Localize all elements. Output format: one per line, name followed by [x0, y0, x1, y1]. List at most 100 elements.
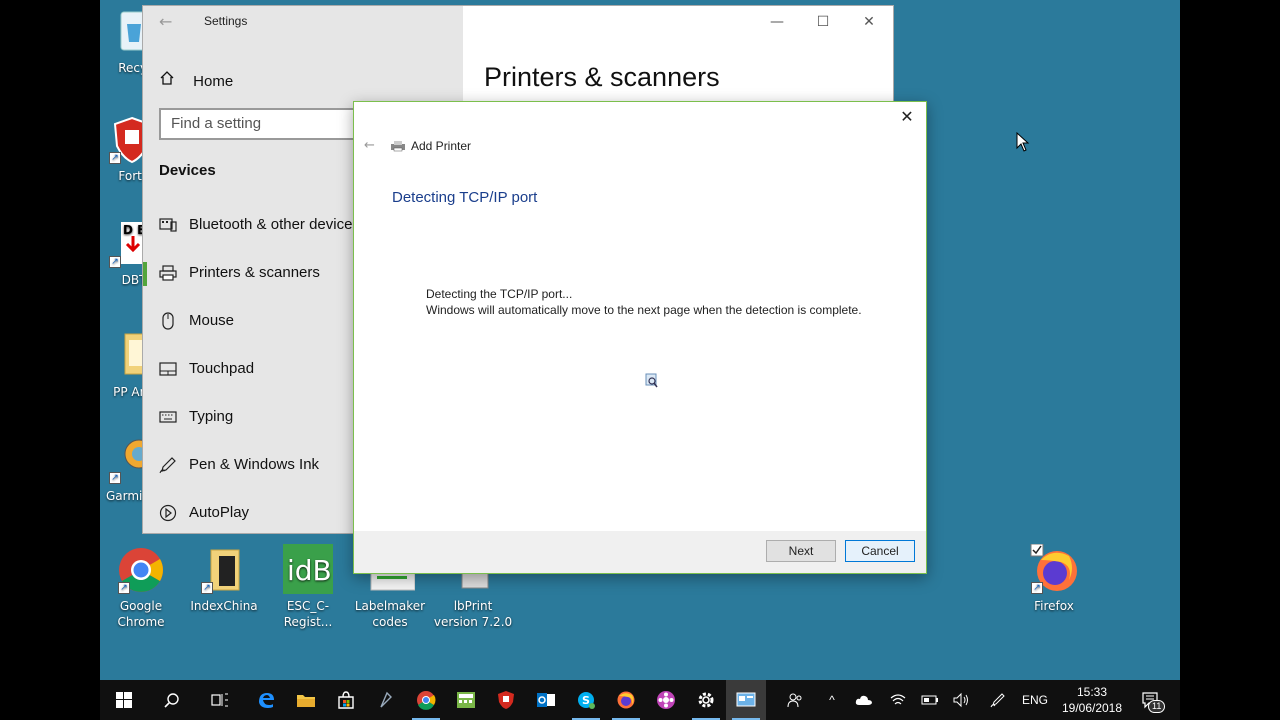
chrome-icon: [417, 691, 436, 710]
shield-icon: [498, 691, 514, 709]
outlook-icon: [537, 693, 555, 707]
search-icon: [164, 693, 179, 708]
search-button[interactable]: [152, 680, 192, 720]
taskbar-app-flower[interactable]: [646, 680, 686, 720]
desktop-icon-label: ESC_C-Regist...: [283, 599, 333, 629]
nav-item-label: Typing: [189, 408, 234, 425]
dialog-message: Detecting the TCP/IP port... Windows wil…: [426, 286, 862, 318]
taskbar-store[interactable]: [326, 680, 366, 720]
battery-button[interactable]: [918, 680, 942, 720]
dialog-back-arrow-icon[interactable]: ←: [364, 138, 375, 153]
close-button[interactable]: ✕: [846, 10, 892, 36]
skype-icon: S: [578, 692, 595, 709]
next-button[interactable]: Next: [766, 540, 836, 562]
people-icon: [787, 693, 802, 708]
taskbar-outlook[interactable]: [526, 680, 566, 720]
desktop-icon-label: Firefox: [1034, 599, 1074, 613]
firefox-icon: [617, 691, 635, 709]
desktop-icon-esc-c-register[interactable]: idB ESC_C-Regist...: [268, 544, 348, 630]
taskbar-app-quill[interactable]: [366, 680, 406, 720]
chevron-up-icon: ^: [829, 693, 835, 707]
bluetooth-devices-icon: [159, 216, 177, 234]
task-view-button[interactable]: [200, 680, 240, 720]
shortcut-arrow-icon: ↗: [109, 256, 121, 268]
clock-time: 15:33: [1076, 685, 1108, 699]
speaker-icon: [953, 692, 968, 708]
home-icon: [159, 70, 179, 90]
control-panel-icon: [736, 692, 756, 707]
pen-icon: [159, 456, 177, 474]
people-button[interactable]: [780, 680, 810, 720]
desktop-icon-label: lbPrint version 7.2.0: [433, 599, 513, 629]
wifi-icon: [890, 694, 906, 705]
shortcut-arrow-icon: ↗: [109, 472, 121, 484]
cancel-button[interactable]: Cancel: [845, 540, 915, 562]
taskbar-skype[interactable]: S: [566, 680, 606, 720]
taskbar-clock[interactable]: 15:33 19/06/2018: [1056, 684, 1128, 716]
desktop-icon-indexchina[interactable]: ↗ IndexChina: [184, 544, 264, 614]
action-center-button[interactable]: 11: [1134, 680, 1168, 720]
settings-search-input[interactable]: Find a setting: [159, 108, 379, 140]
touchpad-icon: [159, 360, 177, 378]
searching-magnifier-icon: [645, 373, 658, 388]
flower-app-icon: [657, 691, 675, 709]
dialog-message-line1: Detecting the TCP/IP port...: [426, 287, 573, 301]
taskbar-edge[interactable]: [246, 680, 286, 720]
screen: Recyc ↗ FortiC D B ↗ DBT PP Ann ↗ Garmin…: [0, 0, 1280, 720]
taskbar-chrome[interactable]: [406, 680, 446, 720]
dialog-heading: Detecting TCP/IP port: [392, 189, 538, 206]
dialog-message-line2: Windows will automatically move to the n…: [426, 303, 862, 317]
pen-icon: [990, 693, 1005, 708]
taskbar-control-panel[interactable]: [726, 680, 766, 720]
nav-item-label: Pen & Windows Ink: [189, 456, 320, 473]
maximize-button[interactable]: ☐: [800, 10, 846, 36]
back-arrow-icon[interactable]: ←: [159, 12, 172, 31]
desktop-icon-google-chrome[interactable]: ↗ Google Chrome: [101, 544, 181, 630]
search-placeholder: Find a setting: [171, 115, 262, 132]
taskbar-file-explorer[interactable]: [286, 680, 326, 720]
shortcut-arrow-icon: ↗: [109, 152, 121, 164]
network-button[interactable]: [886, 680, 910, 720]
section-heading-devices: Devices: [159, 162, 216, 179]
edge-icon: [259, 693, 274, 708]
onedrive-button[interactable]: [852, 680, 876, 720]
dialog-footer: Next Cancel: [354, 531, 926, 573]
nav-item-label: Mouse: [189, 312, 235, 329]
store-icon: [338, 691, 354, 709]
mouse-cursor-icon: [1016, 132, 1030, 152]
input-language-button[interactable]: ENG: [1018, 680, 1052, 720]
volume-button[interactable]: [950, 680, 974, 720]
nav-home-label: Home: [193, 73, 234, 90]
taskbar-app-calculator[interactable]: [446, 680, 486, 720]
printer-icon: [391, 141, 405, 152]
nav-home[interactable]: Home: [159, 70, 233, 90]
cloud-icon: [855, 695, 872, 705]
minimize-button[interactable]: —: [754, 10, 800, 36]
clock-date: 19/06/2018: [1061, 701, 1123, 715]
add-printer-dialog: ✕ ← Add Printer Detecting TCP/IP port De…: [353, 101, 927, 574]
show-hidden-icons-button[interactable]: ^: [822, 680, 842, 720]
nav-item-label: Bluetooth & other devices: [189, 216, 360, 233]
taskbar: S ^ ENG 15:33 19/06/2018 11: [100, 680, 1180, 720]
dialog-title: Add Printer: [411, 139, 472, 153]
taskbar-settings[interactable]: [686, 680, 726, 720]
taskbar-forticlient[interactable]: [486, 680, 526, 720]
desktop-icon-label: Labelmaker codes: [354, 599, 426, 629]
nav-item-label: Printers & scanners: [189, 264, 320, 281]
shortcut-arrow-icon: ↗: [118, 582, 130, 594]
windows-ink-button[interactable]: [986, 680, 1010, 720]
calculator-icon: [457, 692, 475, 708]
taskbar-firefox[interactable]: [606, 680, 646, 720]
keyboard-icon: [159, 408, 177, 426]
folder-icon: ↗: [199, 544, 249, 594]
folder-icon: [297, 695, 315, 707]
svg-text:S: S: [582, 694, 590, 707]
mouse-icon: [159, 312, 177, 330]
desktop-icon-firefox[interactable]: ↗ Firefox: [1014, 543, 1094, 614]
settings-window-title: Settings: [204, 14, 248, 28]
nav-item-label: AutoPlay: [189, 504, 250, 521]
start-button[interactable]: [104, 680, 144, 720]
quill-icon: [380, 691, 392, 708]
dialog-close-button[interactable]: ✕: [896, 106, 918, 128]
page-title: Printers & scanners: [484, 62, 720, 92]
